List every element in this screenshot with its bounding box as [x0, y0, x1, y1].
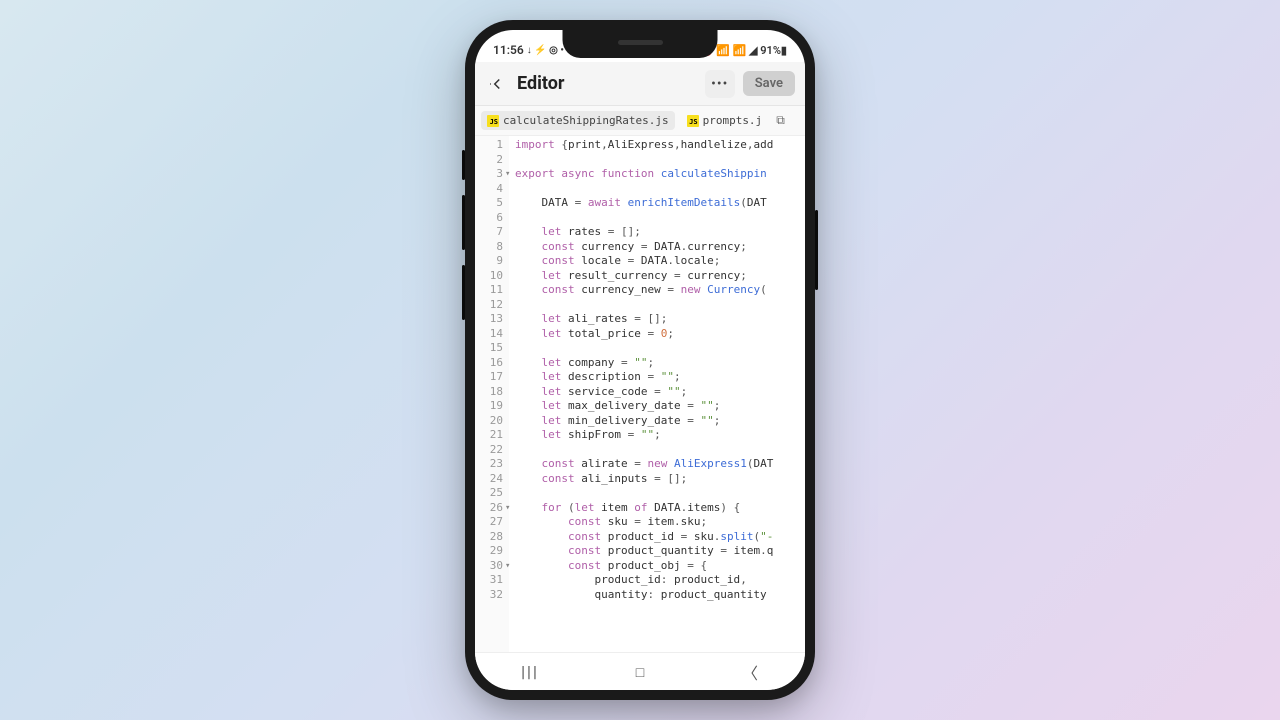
fold-icon[interactable]: ▾ [505, 167, 510, 182]
back-button[interactable] [485, 72, 509, 96]
code-line[interactable]: let service_code = ""; [515, 385, 773, 400]
line-number: 14 [477, 327, 503, 342]
code-line[interactable]: const product_quantity = item.q [515, 544, 773, 559]
line-number: 13 [477, 312, 503, 327]
tab-label: prompts.j [703, 114, 763, 127]
more-menu-button[interactable]: ••• [705, 70, 735, 98]
code-line[interactable] [515, 341, 773, 356]
tab-calculate-shipping[interactable]: JS calculateShippingRates.js [481, 111, 675, 130]
line-number: 2 [477, 153, 503, 168]
code-line[interactable]: const locale = DATA.locale; [515, 254, 773, 269]
line-number: 20 [477, 414, 503, 429]
code-line[interactable]: let company = ""; [515, 356, 773, 371]
code-content[interactable]: import {print,AliExpress,handlelize,add e… [509, 136, 779, 652]
code-line[interactable]: const product_id = sku.split("- [515, 530, 773, 545]
js-file-icon: JS [487, 115, 499, 127]
line-number: 16 [477, 356, 503, 371]
code-editor[interactable]: 123▾456789101112131415161718192021222324… [475, 136, 805, 652]
code-line[interactable]: const sku = item.sku; [515, 515, 773, 530]
file-tabs: JS calculateShippingRates.js JS prompts.… [475, 106, 805, 136]
code-line[interactable]: let ali_rates = []; [515, 312, 773, 327]
code-line[interactable]: export async function calculateShippin [515, 167, 773, 182]
copy-icon[interactable]: ⧉ [776, 113, 785, 128]
app-header: Editor ••• Save [475, 62, 805, 106]
code-line[interactable] [515, 298, 773, 313]
line-number: 9 [477, 254, 503, 269]
android-nav-bar: ||| □ 〈 [475, 652, 805, 690]
line-number: 23 [477, 457, 503, 472]
code-line[interactable] [515, 153, 773, 168]
back-nav-button[interactable]: 〈 [730, 660, 770, 684]
line-number: 3▾ [477, 167, 503, 182]
code-line[interactable] [515, 182, 773, 197]
code-line[interactable] [515, 211, 773, 226]
power-button [815, 210, 818, 290]
line-number: 8 [477, 240, 503, 255]
line-number: 6 [477, 211, 503, 226]
status-time: 11:56 [493, 43, 524, 57]
line-number: 29 [477, 544, 503, 559]
code-line[interactable]: DATA = await enrichItemDetails(DAT [515, 196, 773, 211]
status-left-icons: ↓ ⚡ ◎ • [527, 45, 564, 56]
code-line[interactable]: let rates = []; [515, 225, 773, 240]
line-number: 10 [477, 269, 503, 284]
fold-icon[interactable]: ▾ [505, 559, 510, 574]
line-number: 24 [477, 472, 503, 487]
line-number: 22 [477, 443, 503, 458]
line-number: 7 [477, 225, 503, 240]
line-number: 28 [477, 530, 503, 545]
volume-down-button [462, 195, 465, 250]
code-line[interactable]: let max_delivery_date = ""; [515, 399, 773, 414]
save-button[interactable]: Save [743, 71, 795, 96]
line-number: 31 [477, 573, 503, 588]
line-number: 5 [477, 196, 503, 211]
fold-icon[interactable]: ▾ [505, 501, 510, 516]
code-line[interactable]: const alirate = new AliExpress1(DAT [515, 457, 773, 472]
code-line[interactable]: product_id: product_id, [515, 573, 773, 588]
code-line[interactable]: let result_currency = currency; [515, 269, 773, 284]
home-button[interactable]: □ [620, 662, 660, 681]
line-number: 1 [477, 138, 503, 153]
line-number: 12 [477, 298, 503, 313]
code-line[interactable]: let min_delivery_date = ""; [515, 414, 773, 429]
code-line[interactable]: const currency = DATA.currency; [515, 240, 773, 255]
page-title: Editor [517, 73, 697, 94]
tab-prompts[interactable]: JS prompts.j [681, 111, 769, 130]
volume-up-button [462, 150, 465, 180]
line-number: 17 [477, 370, 503, 385]
code-line[interactable]: let total_price = 0; [515, 327, 773, 342]
recents-button[interactable]: ||| [510, 662, 550, 681]
js-file-icon: JS [687, 115, 699, 127]
code-line[interactable]: let shipFrom = ""; [515, 428, 773, 443]
code-line[interactable]: import {print,AliExpress,handlelize,add [515, 138, 773, 153]
line-gutter: 123▾456789101112131415161718192021222324… [475, 136, 509, 652]
line-number: 4 [477, 182, 503, 197]
line-number: 26▾ [477, 501, 503, 516]
tab-label: calculateShippingRates.js [503, 114, 669, 127]
code-line[interactable] [515, 486, 773, 501]
code-line[interactable] [515, 443, 773, 458]
line-number: 32 [477, 588, 503, 603]
line-number: 15 [477, 341, 503, 356]
code-line[interactable]: quantity: product_quantity [515, 588, 773, 603]
code-line[interactable]: const ali_inputs = []; [515, 472, 773, 487]
line-number: 30▾ [477, 559, 503, 574]
line-number: 25 [477, 486, 503, 501]
code-line[interactable]: let description = ""; [515, 370, 773, 385]
code-line[interactable]: for (let item of DATA.items) { [515, 501, 773, 516]
phone-screen: 11:56 ↓ ⚡ ◎ • 🔕 📶 📶 ◢ 91%▮ Editor ••• Sa… [475, 30, 805, 690]
line-number: 11 [477, 283, 503, 298]
code-line[interactable]: const currency_new = new Currency( [515, 283, 773, 298]
line-number: 18 [477, 385, 503, 400]
line-number: 21 [477, 428, 503, 443]
side-button [462, 265, 465, 320]
code-line[interactable]: const product_obj = { [515, 559, 773, 574]
line-number: 19 [477, 399, 503, 414]
phone-notch [563, 30, 718, 58]
line-number: 27 [477, 515, 503, 530]
phone-frame: 11:56 ↓ ⚡ ◎ • 🔕 📶 📶 ◢ 91%▮ Editor ••• Sa… [465, 20, 815, 700]
